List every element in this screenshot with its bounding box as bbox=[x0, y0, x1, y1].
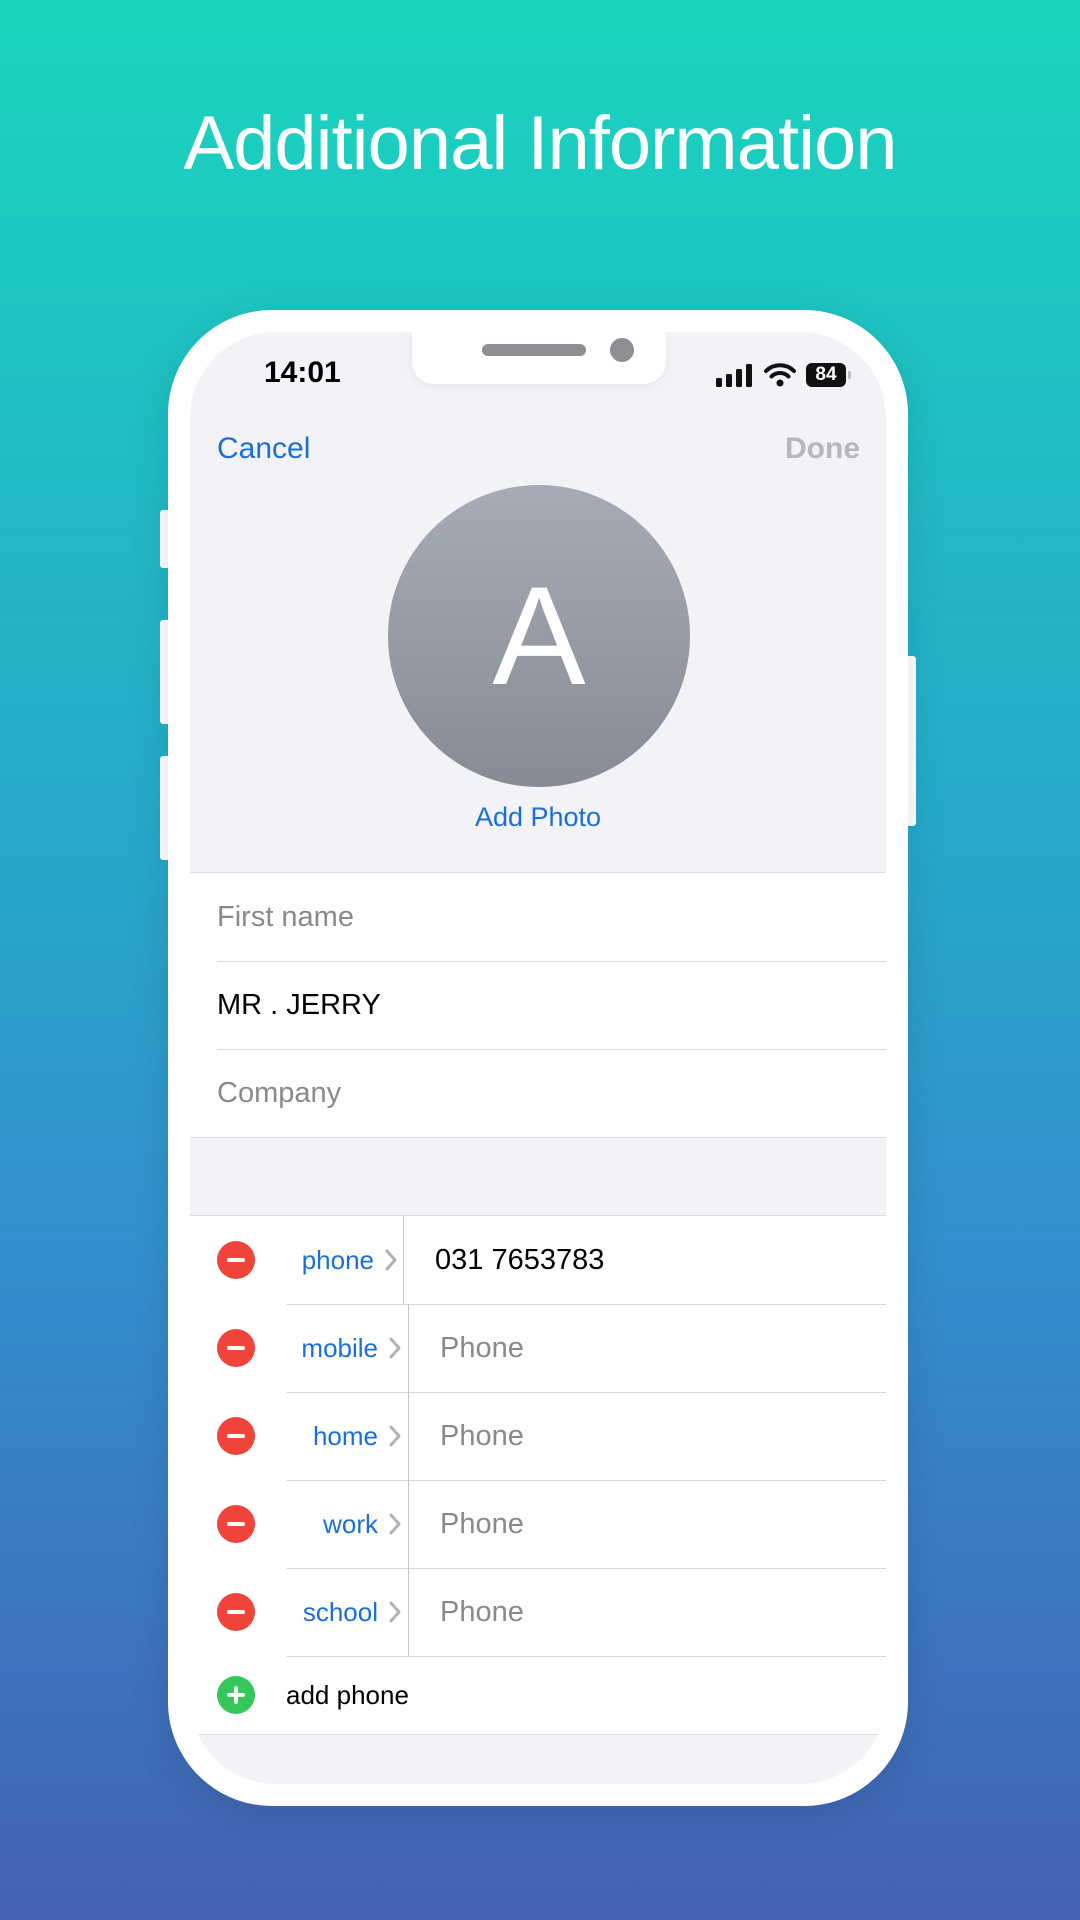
add-phone-row[interactable]: add phone bbox=[190, 1656, 886, 1734]
remove-phone-icon[interactable] bbox=[217, 1593, 255, 1631]
status-time: 14:01 bbox=[264, 356, 341, 389]
name-fields-group: First name MR . JERRY Company bbox=[190, 872, 886, 1138]
phone-row: mobile Phone bbox=[190, 1304, 886, 1392]
signal-icon bbox=[716, 364, 752, 387]
phone-number-field[interactable]: Phone bbox=[440, 1304, 524, 1392]
phone-label-selector[interactable]: mobile bbox=[270, 1304, 402, 1392]
divider bbox=[408, 1480, 409, 1568]
chevron-right-icon bbox=[389, 1601, 401, 1623]
phone-row: school Phone bbox=[190, 1568, 886, 1656]
phone-label-selector[interactable]: home bbox=[270, 1392, 402, 1480]
phone-row: home Phone bbox=[190, 1392, 886, 1480]
divider bbox=[408, 1304, 409, 1392]
headline: Additional Information bbox=[183, 101, 897, 186]
phone-number-field[interactable]: 031 7653783 bbox=[435, 1216, 604, 1304]
avatar[interactable]: A bbox=[388, 485, 690, 787]
add-phone-icon[interactable] bbox=[217, 1676, 255, 1714]
phone-label-selector[interactable]: school bbox=[270, 1568, 402, 1656]
last-name-field[interactable]: MR . JERRY bbox=[190, 961, 886, 1049]
remove-phone-icon[interactable] bbox=[217, 1417, 255, 1455]
battery-icon: 84 bbox=[806, 363, 851, 387]
divider bbox=[403, 1216, 404, 1304]
phone-frame: 14:01 84 Cancel Done A Add Photo First n… bbox=[168, 310, 908, 1806]
first-name-placeholder: First name bbox=[217, 900, 354, 933]
cancel-button[interactable]: Cancel bbox=[217, 432, 310, 466]
chevron-right-icon bbox=[385, 1249, 397, 1271]
phone-fields-group: phone 031 7653783 mobile Phone home Phon… bbox=[190, 1215, 886, 1735]
phone-label: school bbox=[302, 1596, 378, 1627]
phone-number-field[interactable]: Phone bbox=[440, 1568, 524, 1656]
wifi-icon bbox=[764, 363, 796, 387]
remove-phone-icon[interactable] bbox=[217, 1505, 255, 1543]
phone-label: mobile bbox=[301, 1332, 378, 1363]
divider bbox=[408, 1568, 409, 1656]
last-name-value: MR . JERRY bbox=[217, 988, 381, 1021]
phone-number-field[interactable]: Phone bbox=[440, 1480, 524, 1568]
speaker-grille bbox=[482, 344, 586, 356]
add-photo-button[interactable]: Add Photo bbox=[190, 802, 886, 833]
phone-screen: 14:01 84 Cancel Done A Add Photo First n… bbox=[190, 332, 886, 1784]
add-phone-label: add phone bbox=[286, 1679, 409, 1710]
phone-label: phone bbox=[301, 1244, 374, 1275]
phone-label-selector[interactable]: phone bbox=[270, 1216, 398, 1304]
first-name-field[interactable]: First name bbox=[190, 873, 886, 961]
chevron-right-icon bbox=[389, 1425, 401, 1447]
phone-label: home bbox=[312, 1420, 378, 1451]
phone-row: work Phone bbox=[190, 1480, 886, 1568]
phone-label-selector[interactable]: work bbox=[270, 1480, 402, 1568]
phone-label: work bbox=[323, 1508, 378, 1539]
chevron-right-icon bbox=[389, 1337, 401, 1359]
avatar-initial: A bbox=[492, 557, 586, 714]
phone-row: phone 031 7653783 bbox=[190, 1216, 886, 1304]
battery-level: 84 bbox=[815, 364, 837, 385]
front-camera bbox=[610, 338, 634, 362]
company-field[interactable]: Company bbox=[190, 1049, 886, 1137]
done-button[interactable]: Done bbox=[785, 432, 860, 466]
company-placeholder: Company bbox=[217, 1076, 342, 1109]
remove-phone-icon[interactable] bbox=[217, 1329, 255, 1367]
remove-phone-icon[interactable] bbox=[217, 1241, 255, 1279]
notch bbox=[412, 332, 666, 384]
status-icons: 84 bbox=[716, 360, 851, 390]
chevron-right-icon bbox=[389, 1513, 401, 1535]
phone-number-field[interactable]: Phone bbox=[440, 1392, 524, 1480]
divider bbox=[408, 1392, 409, 1480]
